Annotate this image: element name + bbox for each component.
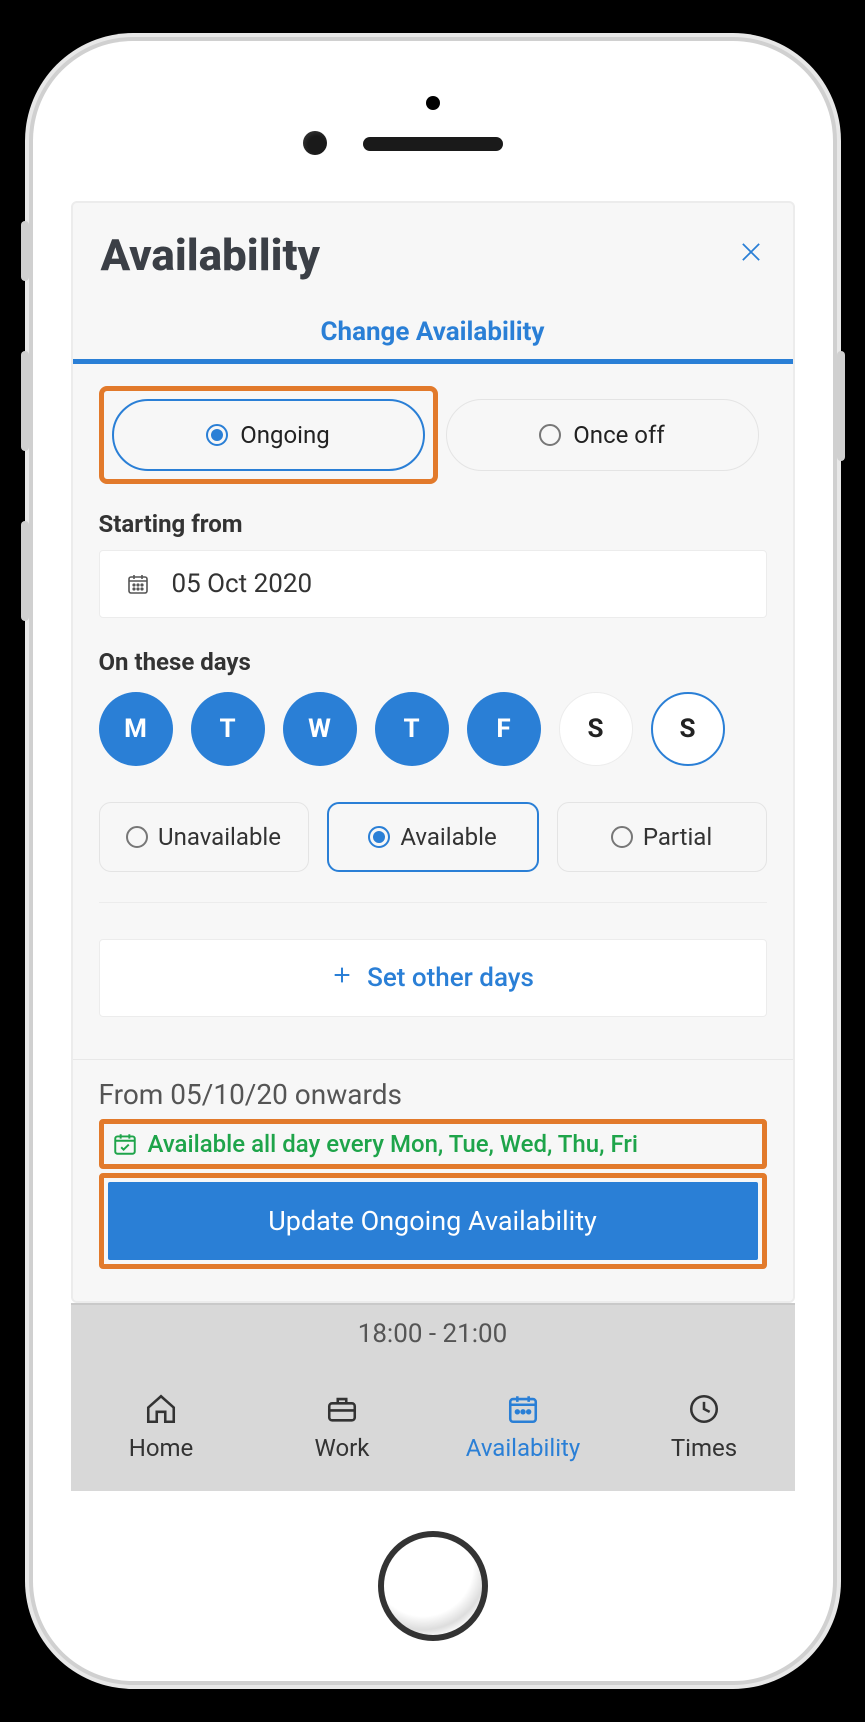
- days-label: On these days: [99, 648, 767, 676]
- clock-icon: [687, 1392, 721, 1426]
- home-icon: [144, 1392, 178, 1426]
- frequency-ongoing-label: Ongoing: [240, 421, 330, 449]
- summary-from-line: From 05/10/20 onwards: [99, 1078, 767, 1111]
- side-button: [21, 521, 29, 621]
- radio-icon: [539, 424, 561, 446]
- nav-work[interactable]: Work: [252, 1363, 433, 1491]
- background-time-label: 18:00 - 21:00: [358, 1319, 508, 1349]
- update-availability-button[interactable]: Update Ongoing Availability: [108, 1182, 758, 1260]
- status-row: Unavailable Available Partial: [99, 802, 767, 903]
- summary-availability-line: Available all day every Mon, Tue, Wed, T…: [148, 1130, 638, 1158]
- notch-camera: [426, 96, 440, 110]
- bottom-nav: Home Work Availability Times: [71, 1363, 795, 1491]
- status-partial[interactable]: Partial: [557, 802, 767, 872]
- radio-icon: [126, 826, 148, 848]
- status-unavailable-label: Unavailable: [158, 823, 281, 851]
- starting-date-value: 05 Oct 2020: [172, 569, 313, 599]
- day-tue[interactable]: T: [191, 692, 265, 766]
- frequency-ongoing[interactable]: Ongoing: [112, 399, 425, 471]
- frequency-once-off-label: Once off: [573, 421, 664, 449]
- availability-modal: Availability Change Availability Ongoing: [71, 201, 795, 1303]
- frequency-once-off[interactable]: Once off: [446, 399, 759, 471]
- tab-bar: Change Availability: [73, 287, 793, 359]
- day-sat[interactable]: S: [559, 692, 633, 766]
- close-icon[interactable]: [737, 235, 765, 275]
- radio-icon: [206, 424, 228, 446]
- front-camera: [303, 131, 327, 155]
- highlight-ongoing: Ongoing: [99, 386, 438, 484]
- modal-header: Availability: [73, 203, 793, 287]
- set-other-days-button[interactable]: Set other days: [99, 939, 767, 1017]
- frequency-segment: Ongoing Once off: [99, 386, 767, 484]
- update-availability-label: Update Ongoing Availability: [268, 1205, 597, 1237]
- day-thu[interactable]: T: [375, 692, 449, 766]
- day-mon[interactable]: M: [99, 692, 173, 766]
- side-button: [837, 351, 845, 461]
- status-unavailable[interactable]: Unavailable: [99, 802, 309, 872]
- nav-work-label: Work: [315, 1434, 370, 1462]
- nav-home[interactable]: Home: [71, 1363, 252, 1491]
- days-row: M T W T F S S: [99, 692, 767, 766]
- radio-icon: [611, 826, 633, 848]
- modal-title: Availability: [101, 229, 320, 281]
- ear-speaker: [363, 137, 503, 151]
- starting-date-input[interactable]: 05 Oct 2020: [99, 550, 767, 618]
- status-partial-label: Partial: [643, 823, 712, 851]
- highlight-availability-summary: Available all day every Mon, Tue, Wed, T…: [99, 1119, 767, 1169]
- status-available-label: Available: [400, 823, 496, 851]
- status-available[interactable]: Available: [327, 802, 539, 872]
- side-button: [21, 351, 29, 451]
- calendar-check-icon: [112, 1131, 138, 1157]
- side-button: [21, 221, 29, 281]
- calendar-icon: [506, 1392, 540, 1426]
- screen: Availability Change Availability Ongoing: [71, 201, 795, 1491]
- nav-availability-label: Availability: [466, 1434, 581, 1462]
- nav-times[interactable]: Times: [614, 1363, 795, 1491]
- day-fri[interactable]: F: [467, 692, 541, 766]
- divider: [73, 1059, 793, 1060]
- briefcase-icon: [325, 1392, 359, 1426]
- day-wed[interactable]: W: [283, 692, 357, 766]
- starting-from-label: Starting from: [99, 510, 767, 538]
- radio-icon: [368, 826, 390, 848]
- modal-content: Ongoing Once off Starting from: [73, 364, 793, 1301]
- home-button[interactable]: [378, 1531, 488, 1641]
- set-other-days-label: Set other days: [367, 963, 534, 993]
- calendar-icon: [126, 572, 150, 596]
- tab-change-availability[interactable]: Change Availability: [321, 317, 545, 347]
- phone-frame: Availability Change Availability Ongoing: [33, 41, 833, 1681]
- day-sun[interactable]: S: [651, 692, 725, 766]
- background-time-slot: 18:00 - 21:00: [71, 1303, 795, 1363]
- nav-times-label: Times: [671, 1434, 737, 1462]
- nav-availability[interactable]: Availability: [433, 1363, 614, 1491]
- plus-icon: [331, 963, 353, 993]
- nav-home-label: Home: [129, 1434, 194, 1462]
- highlight-update-button: Update Ongoing Availability: [99, 1173, 767, 1269]
